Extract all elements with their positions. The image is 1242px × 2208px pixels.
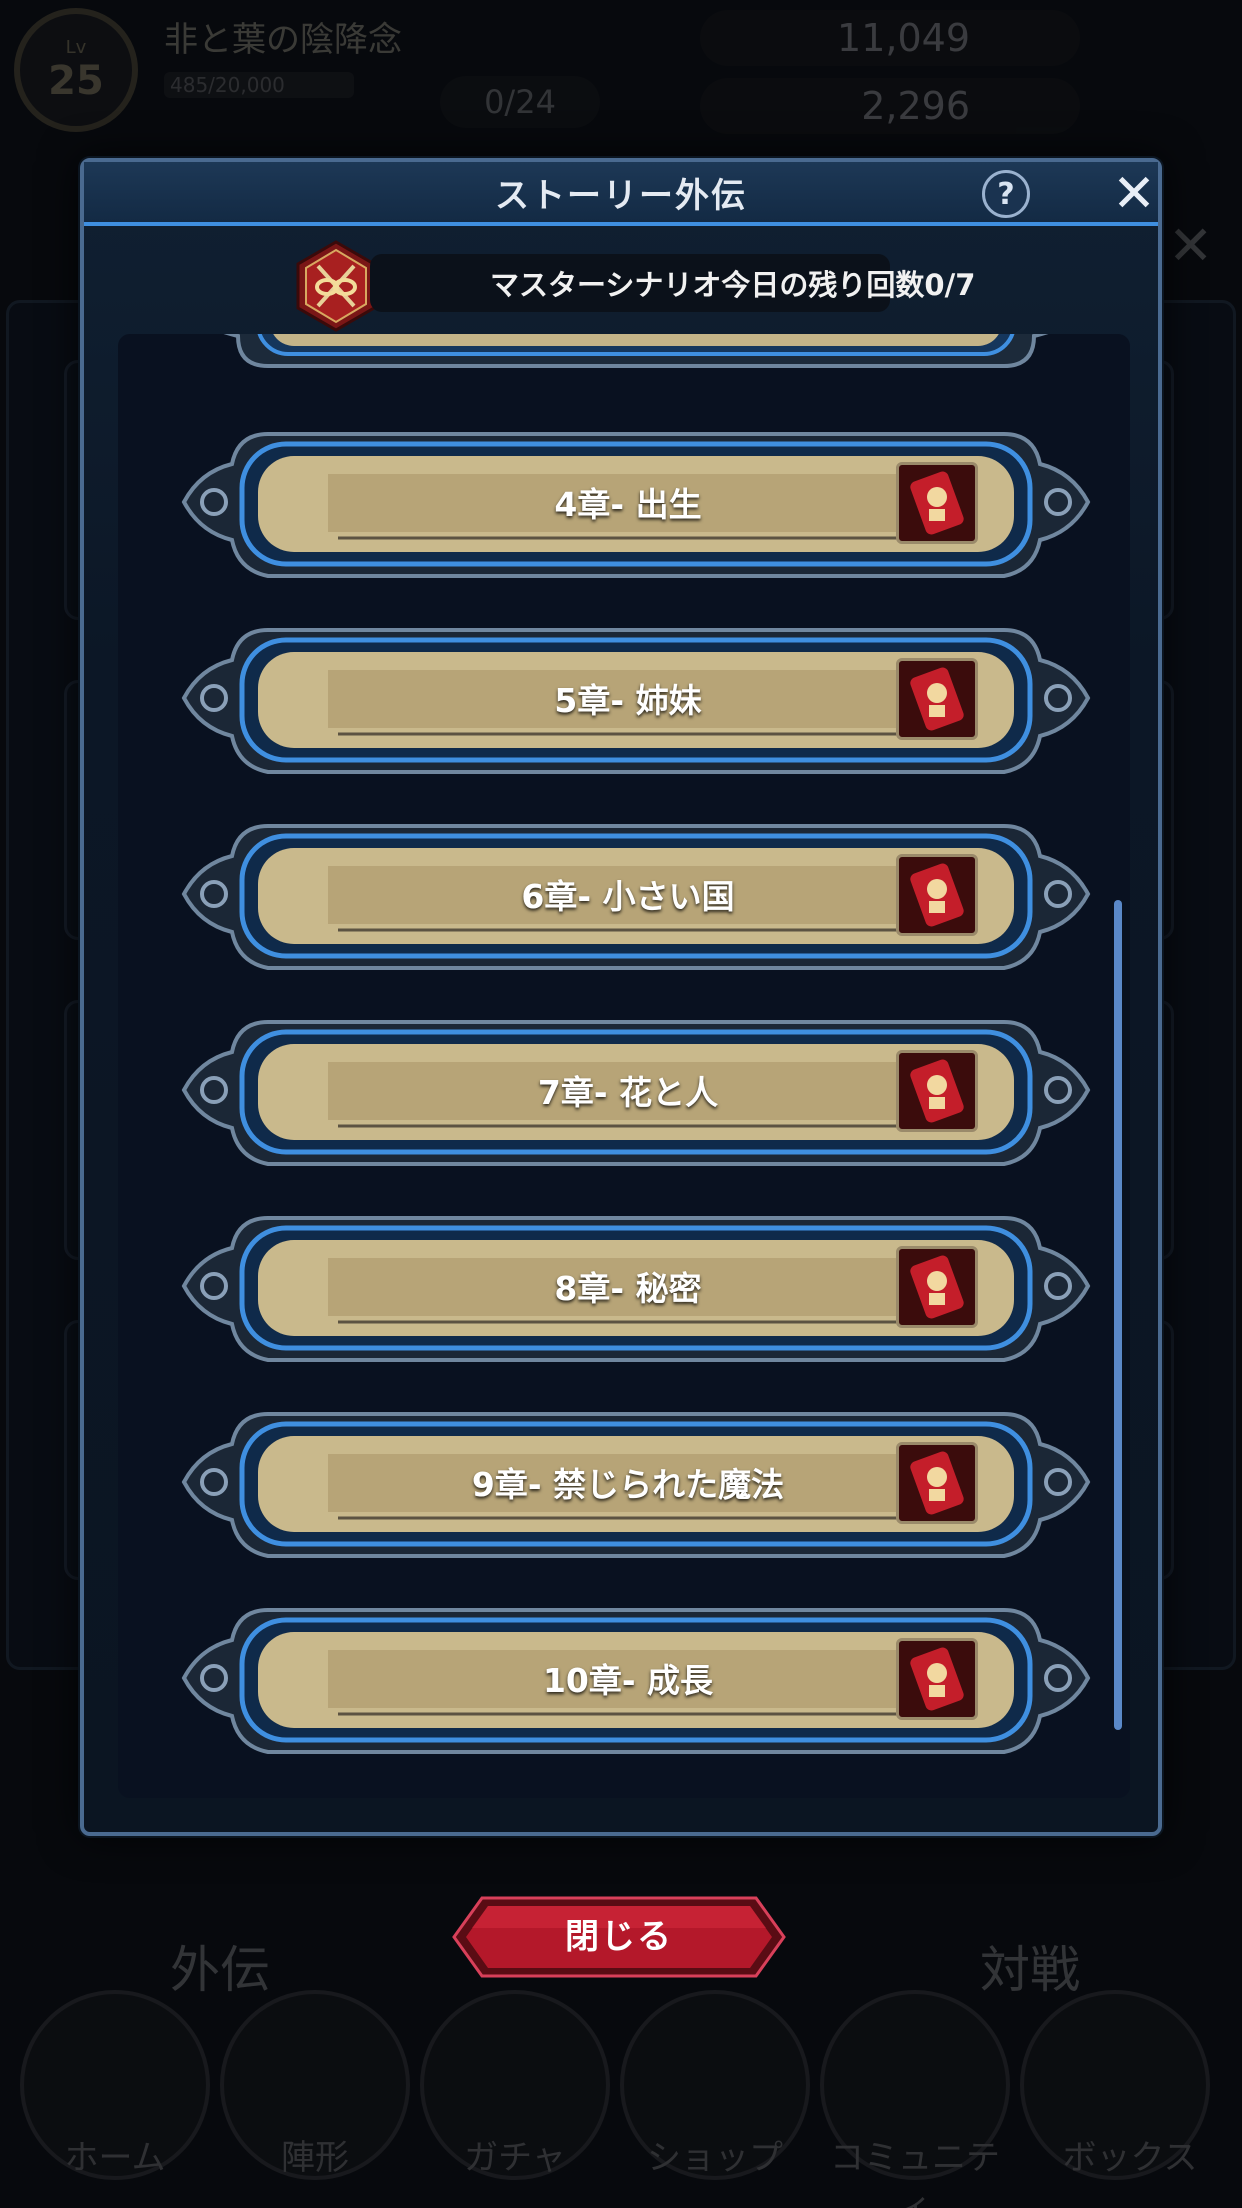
chapter-item-7[interactable]: 7章- 花と人 xyxy=(178,1008,1094,1178)
chapter-frame xyxy=(223,334,1049,368)
background-close-icon: ✕ xyxy=(1168,214,1214,277)
nav-label-gacha: ガチャ xyxy=(464,2138,566,2178)
chapter-item-8[interactable]: 8章- 秘密 xyxy=(178,1204,1094,1374)
help-button[interactable]: ? xyxy=(982,170,1030,218)
background-label-gaiden: 外伝 xyxy=(170,1941,270,1999)
chapter-item-3[interactable] xyxy=(178,334,1094,396)
nav-label-box: ボックス xyxy=(1062,2138,1198,2178)
close-button[interactable]: 閉じる xyxy=(452,1896,786,1978)
chapter-label: 8章- 秘密 xyxy=(554,1269,702,1308)
chapter-label: 7章- 花と人 xyxy=(537,1073,719,1112)
remaining-count-text: マスターシナリオ今日の残り回数0/7 xyxy=(490,268,976,302)
chapter-item-10[interactable]: 10章- 成長 xyxy=(178,1596,1094,1766)
chapter-label: 10章- 成長 xyxy=(542,1661,714,1700)
close-button-label: 閉じる xyxy=(565,1917,673,1957)
nav-label-formation: 陣形 xyxy=(281,2138,349,2178)
nav-label-home: ホーム xyxy=(64,2138,166,2178)
scrollbar-thumb[interactable] xyxy=(1114,900,1122,1730)
player-level: 25 xyxy=(48,57,104,104)
chapter-item-9[interactable]: 9章- 禁じられた魔法 xyxy=(178,1400,1094,1570)
chapter-label: 4章- 出生 xyxy=(554,485,702,524)
chapter-item-6[interactable]: 6章- 小さい国 xyxy=(178,812,1094,982)
modal-title: ストーリー外伝 xyxy=(495,175,747,216)
remaining-count-bar: マスターシナリオ今日の残り回数0/7 xyxy=(370,254,975,312)
close-icon[interactable]: ✕ xyxy=(1108,166,1160,222)
chapter-label: 6章- 小さい国 xyxy=(521,877,735,916)
player-name: 非と葉の陰降念 xyxy=(164,20,402,60)
chapter-item-5[interactable]: 5章- 姉妹 xyxy=(178,616,1094,786)
chapter-list[interactable]: 4章- 出生 5章- 姉妹 6章- 小さい国 7章- 花と人 8章- 秘密 9章… xyxy=(118,334,1130,1798)
background-label-taisen: 対戦 xyxy=(980,1941,1080,1999)
stamina-counter: 0/24 xyxy=(440,76,600,128)
player-level-badge: Lv 25 xyxy=(14,8,138,132)
modal-header: ストーリー外伝 ? ✕ xyxy=(84,162,1158,226)
gold-counter: 11,049 xyxy=(700,10,1080,66)
help-icon: ? xyxy=(997,176,1015,212)
chapter-label: 9章- 禁じられた魔法 xyxy=(471,1465,785,1504)
level-prefix: Lv xyxy=(65,36,87,58)
master-scenario-emblem-icon xyxy=(296,240,376,332)
nav-label-shop: ショップ xyxy=(647,2138,783,2178)
exp-bar: 485/20,000 xyxy=(164,72,354,98)
chapter-label: 5章- 姉妹 xyxy=(554,681,702,720)
chapter-item-4[interactable]: 4章- 出生 xyxy=(178,420,1094,590)
nav-label-community: コミュニティ xyxy=(830,2138,1000,2208)
gem-counter: 2,296 xyxy=(700,78,1080,134)
story-gaiden-modal: ストーリー外伝 ? ✕ マスターシナリオ今日の残り回数0/7 4章- 出生 5章… xyxy=(80,158,1162,1836)
